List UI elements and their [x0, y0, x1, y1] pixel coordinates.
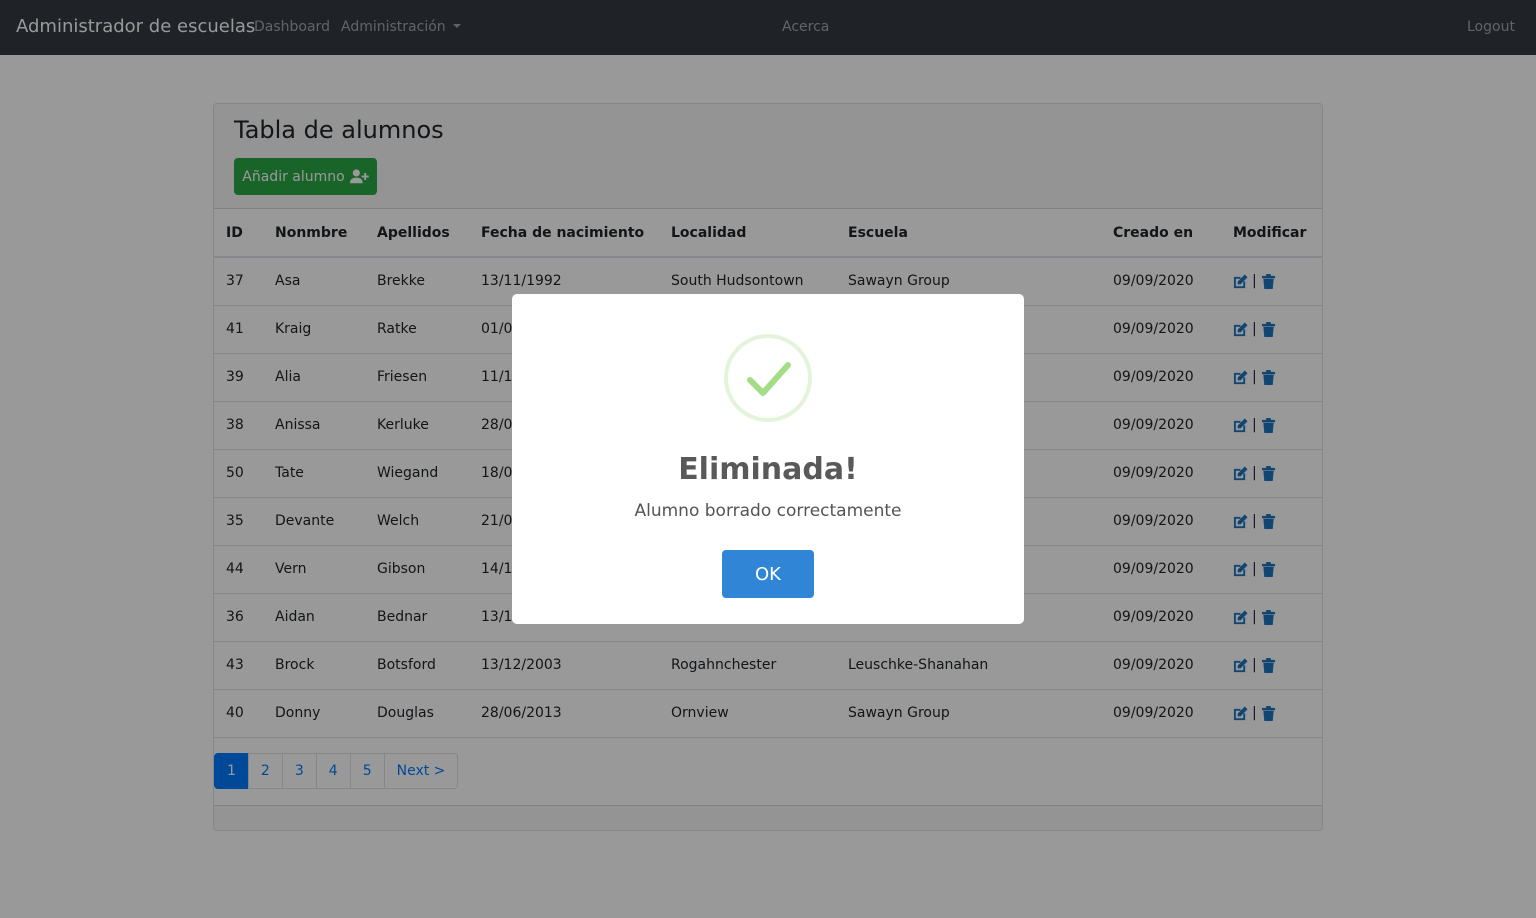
dialog-message: Alumno borrado correctamente	[634, 501, 902, 521]
success-check-icon	[724, 334, 812, 422]
success-dialog: Eliminada! Alumno borrado correctamente …	[512, 294, 1024, 624]
ok-button[interactable]: OK	[722, 550, 814, 598]
dialog-title: Eliminada!	[678, 452, 858, 487]
